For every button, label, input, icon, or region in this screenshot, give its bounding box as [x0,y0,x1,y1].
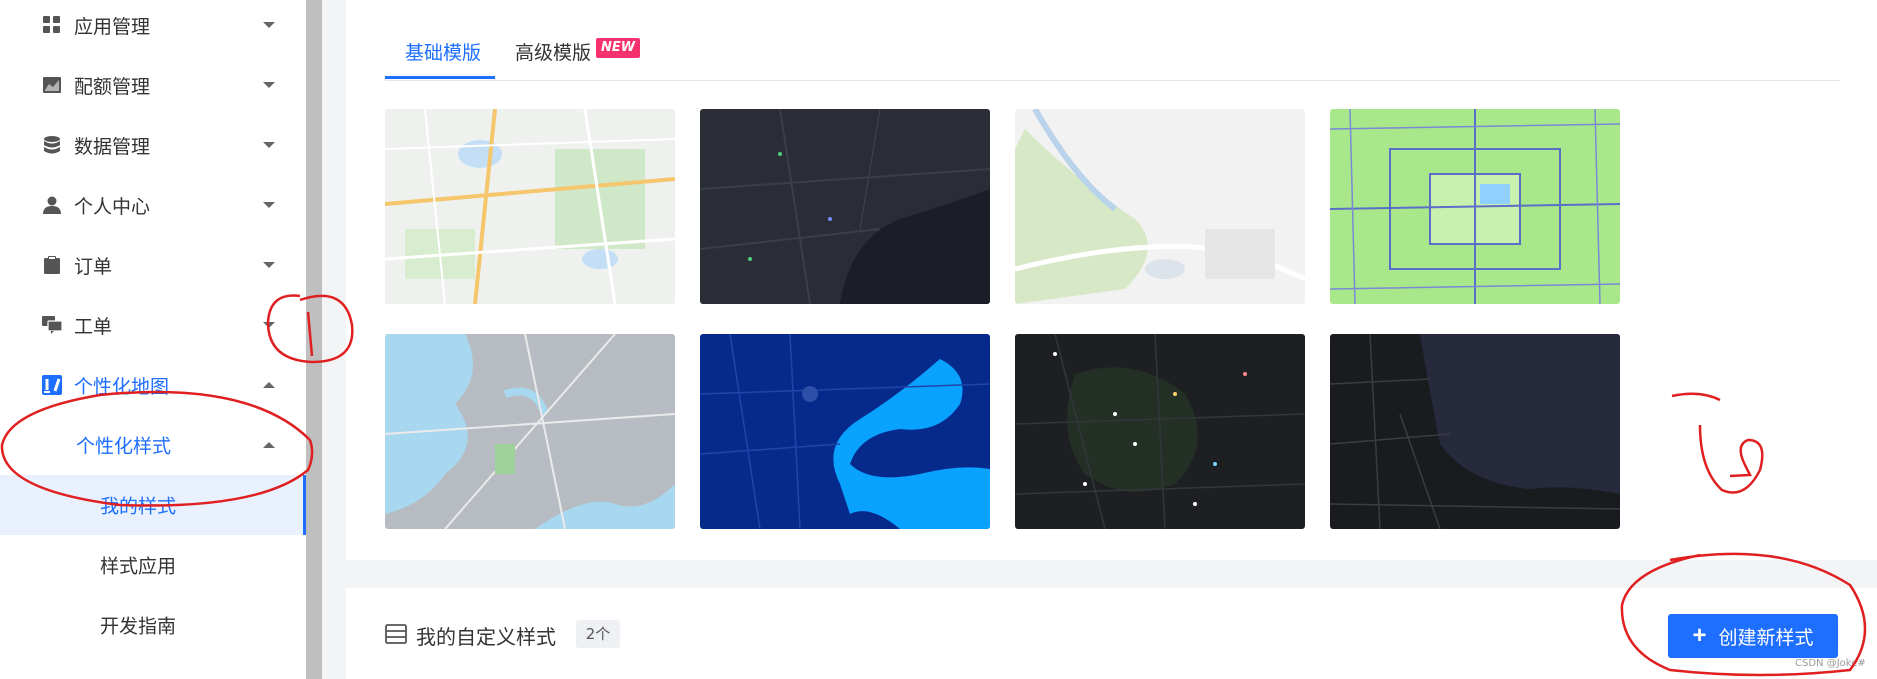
sidebar-item-tickets[interactable]: 工单 [0,295,306,355]
tab-basic-templates[interactable]: 基础模版 [405,38,481,65]
chevron-down-icon [263,262,275,268]
sidebar-item-label: 个性化地图 [74,375,170,398]
sidebar-item-label: 应用管理 [74,15,151,38]
clipboard-icon [42,255,62,275]
template-thumb-fresh-green[interactable] [1330,109,1620,304]
section-title: 我的自定义样式 [416,625,556,649]
active-tab-indicator [385,76,495,79]
sidebar-item-personal-center[interactable]: 个人中心 [0,175,306,235]
submenu-item-style-application[interactable]: 样式应用 [0,535,306,595]
sidebar-item-label: 订单 [74,255,113,278]
template-thumb-standard-light[interactable] [385,109,675,304]
chevron-up-icon [263,442,275,448]
template-thumb-night-dots[interactable] [1015,334,1305,529]
chevron-down-icon [263,322,275,328]
user-icon [42,195,62,215]
chevron-up-icon [263,382,275,388]
tab-advanced-templates[interactable]: 高级模版 [515,38,591,65]
submenu-item-dev-guide[interactable]: 开发指南 [0,595,306,655]
chart-area-icon [42,75,62,95]
sidebar-item-app-management[interactable]: 应用管理 [0,0,306,55]
list-icon [385,624,407,644]
map-style-icon [42,375,62,395]
new-badge: NEW [596,38,641,58]
chevron-down-icon [263,82,275,88]
template-thumb-gray-lake[interactable] [385,334,675,529]
sidebar-scrollbar[interactable] [306,0,322,679]
submenu-item-label: 开发指南 [100,615,177,638]
template-thumb-dark[interactable] [700,109,990,304]
chevron-down-icon [263,142,275,148]
submenu-item-label: 样式应用 [100,555,177,578]
chevron-down-icon [263,202,275,208]
sidebar-item-orders[interactable]: 订单 [0,235,306,295]
submenu-label: 个性化样式 [76,435,172,458]
template-thumb-deep-blue[interactable] [700,334,990,529]
plus-icon: + [1692,622,1707,649]
chevron-down-icon [263,22,275,28]
sidebar-item-quota-management[interactable]: 配额管理 [0,55,306,115]
template-thumb-light-gray[interactable] [1015,109,1305,304]
create-style-button[interactable]: + 创建新样式 [1668,614,1838,658]
submenu-item-label: 我的样式 [100,495,177,518]
sidebar-item-label: 数据管理 [74,135,151,158]
style-count-badge: 2个 [576,620,620,648]
sidebar-item-data-management[interactable]: 数据管理 [0,115,306,175]
template-thumb-midnight[interactable] [1330,334,1620,529]
sidebar-item-label: 配额管理 [74,75,151,98]
grid-icon [42,15,62,35]
sidebar-item-custom-map[interactable]: 个性化地图 [0,355,306,415]
database-icon [42,135,62,155]
submenu-custom-style[interactable]: 个性化样式 [0,415,306,475]
create-style-label: 创建新样式 [1718,627,1814,649]
submenu-item-my-styles[interactable]: 我的样式 [0,475,306,535]
watermark: CSDN @Joke# [1795,658,1866,669]
chat-icon [42,315,62,335]
sidebar: 应用管理 配额管理 数据管理 个人中心 订单 工单 个性化地图 个性化样式 我的… [0,0,306,679]
template-tabs: 基础模版 高级模版 NEW [385,28,1840,81]
sidebar-item-label: 个人中心 [74,195,151,218]
sidebar-item-label: 工单 [74,315,113,338]
